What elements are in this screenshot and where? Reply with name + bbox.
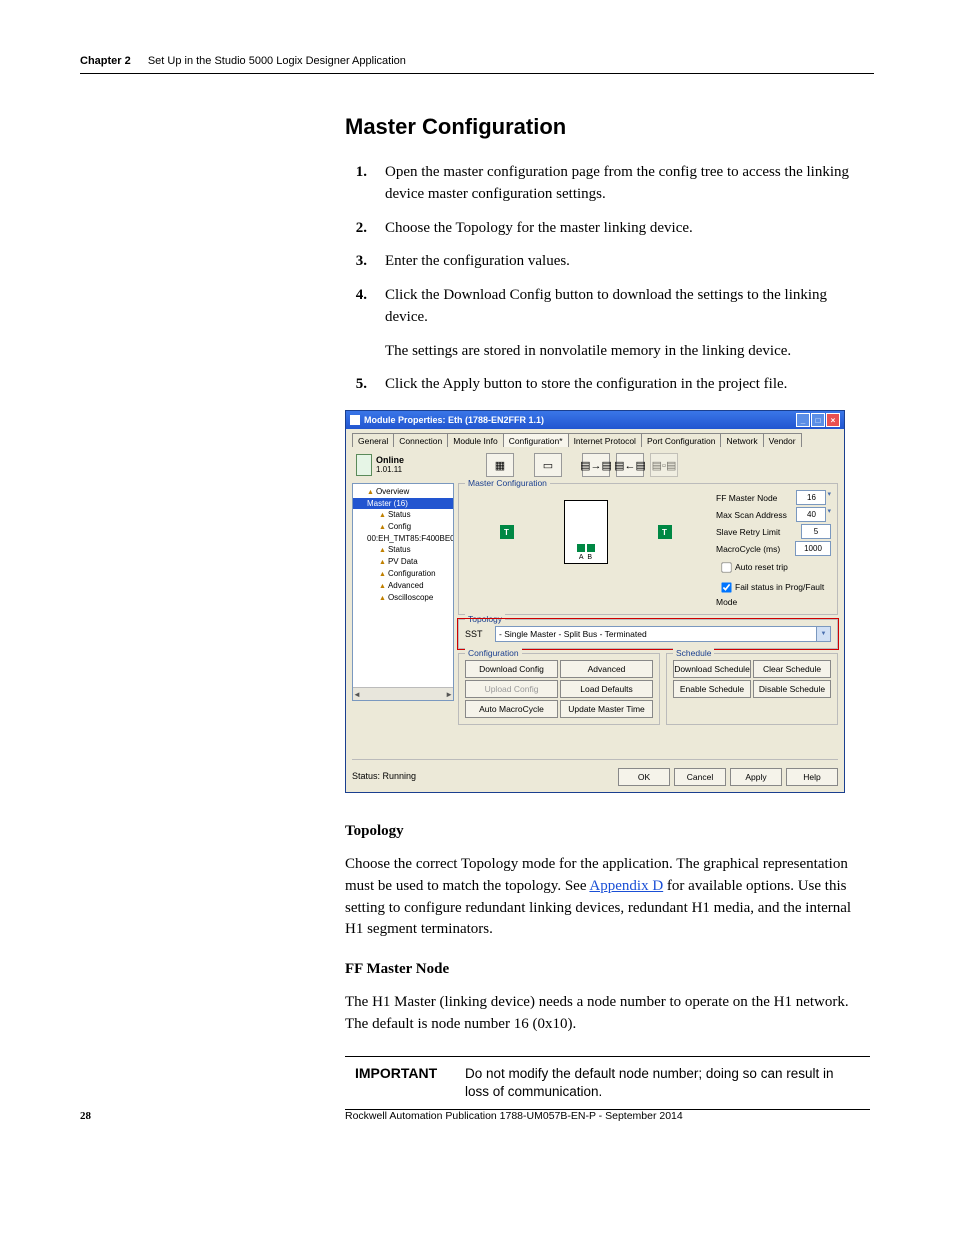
schedule-group: Schedule Download ScheduleClear Schedule… bbox=[666, 653, 838, 725]
publication-info: Rockwell Automation Publication 1788-UM0… bbox=[345, 1110, 683, 1122]
appendix-link[interactable]: Appendix D bbox=[589, 878, 663, 894]
disable-schedule-button[interactable]: Disable Schedule bbox=[753, 680, 831, 698]
topology-select[interactable]: - Single Master - Split Bus - Terminated… bbox=[495, 626, 831, 642]
help-button[interactable]: Help bbox=[786, 768, 838, 786]
step-item: 1.Open the master configuration page fro… bbox=[345, 162, 870, 206]
tab-vendor[interactable]: Vendor bbox=[763, 433, 802, 447]
tab-port-configuration[interactable]: Port Configuration bbox=[641, 433, 722, 447]
upload-config-button[interactable]: Upload Config bbox=[465, 680, 558, 698]
terminator-icon: T bbox=[500, 525, 514, 539]
ffmaster-subtitle: FF Master Node bbox=[345, 961, 870, 978]
online-status: Online 1.01.11 bbox=[356, 454, 404, 476]
section-title: Master Configuration bbox=[345, 114, 870, 140]
minimize-icon[interactable]: _ bbox=[796, 413, 810, 427]
dialog-title: Module Properties: Eth (1788-EN2FFR 1.1) bbox=[364, 415, 796, 425]
online-icon bbox=[356, 454, 372, 476]
toolbar-import-icon[interactable]: ▤←▤ bbox=[616, 453, 644, 477]
update-master-time-button[interactable]: Update Master Time bbox=[560, 700, 653, 718]
screenshot: Module Properties: Eth (1788-EN2FFR 1.1)… bbox=[345, 410, 870, 793]
maximize-icon[interactable]: □ bbox=[811, 413, 825, 427]
enable-schedule-button[interactable]: Enable Schedule bbox=[673, 680, 751, 698]
master-config-group: Master Configuration T A B bbox=[458, 483, 838, 615]
apply-button[interactable]: Apply bbox=[730, 768, 782, 786]
chapter-title: Set Up in the Studio 5000 Logix Designer… bbox=[148, 55, 406, 67]
ff-master-node-input[interactable]: 16 bbox=[796, 490, 826, 505]
important-callout: IMPORTANT Do not modify the default node… bbox=[345, 1056, 870, 1110]
tab-module-info[interactable]: Module Info bbox=[447, 433, 503, 447]
ok-button[interactable]: OK bbox=[618, 768, 670, 786]
running-header: Chapter 2 Set Up in the Studio 5000 Logi… bbox=[80, 55, 874, 74]
tree-item[interactable]: ▲Status bbox=[353, 544, 453, 556]
tab-general[interactable]: General bbox=[352, 433, 394, 447]
toolbar-export-icon[interactable]: ▤→▤ bbox=[582, 453, 610, 477]
close-icon[interactable]: × bbox=[826, 413, 840, 427]
cancel-button[interactable]: Cancel bbox=[674, 768, 726, 786]
step-item: 4.Click the Download Config button to do… bbox=[345, 285, 870, 362]
toolbar-doc-icon: ▤▫▤ bbox=[650, 453, 678, 477]
ffmaster-paragraph: The H1 Master (linking device) needs a n… bbox=[345, 992, 870, 1036]
topology-subtitle: Topology bbox=[345, 823, 870, 840]
macrocycle-input[interactable]: 1000 bbox=[795, 541, 831, 556]
toolbar-grid-icon[interactable]: ▦ bbox=[486, 453, 514, 477]
step-item: 3.Enter the configuration values. bbox=[345, 251, 870, 273]
tree-scrollbar[interactable]: ◄► bbox=[353, 687, 453, 700]
tree-item[interactable]: ▲Advanced bbox=[353, 580, 453, 592]
download-schedule-button[interactable]: Download Schedule bbox=[673, 660, 751, 678]
tree-item[interactable]: ▲Status bbox=[353, 509, 453, 521]
tab-network[interactable]: Network bbox=[720, 433, 763, 447]
tree-item[interactable]: ▲PV Data bbox=[353, 556, 453, 568]
tree-item-master[interactable]: Master (16) bbox=[353, 498, 453, 509]
dialog-window: Module Properties: Eth (1788-EN2FFR 1.1)… bbox=[345, 410, 845, 793]
fail-status-checkbox[interactable]: Fail status in Prog/Fault Mode bbox=[716, 578, 831, 607]
toolbar-window-icon[interactable]: ▭ bbox=[534, 453, 562, 477]
max-scan-input[interactable]: 40 bbox=[796, 507, 826, 522]
step-item: 2.Choose the Topology for the master lin… bbox=[345, 218, 870, 240]
tree-item[interactable]: ▲Configuration bbox=[353, 568, 453, 580]
tab-strip: General Connection Module Info Configura… bbox=[352, 433, 838, 447]
step-item: 5.Click the Apply button to store the co… bbox=[345, 374, 870, 396]
important-text: Do not modify the default node number; d… bbox=[465, 1065, 860, 1101]
page-number: 28 bbox=[80, 1110, 345, 1122]
topology-paragraph: Choose the correct Topology mode for the… bbox=[345, 854, 870, 941]
device-icon: A B bbox=[564, 500, 608, 564]
steps-list: 1.Open the master configuration page fro… bbox=[345, 162, 870, 396]
auto-reset-checkbox[interactable]: Auto reset trip bbox=[716, 558, 831, 577]
chapter-label: Chapter 2 bbox=[80, 55, 131, 67]
tab-connection[interactable]: Connection bbox=[393, 433, 448, 447]
status-label: Status: Running bbox=[352, 771, 416, 781]
tree-item[interactable]: 00:EH_TMT85:F400BE04 bbox=[353, 533, 453, 544]
tab-configuration[interactable]: Configuration* bbox=[503, 433, 569, 447]
important-label: IMPORTANT bbox=[355, 1065, 465, 1101]
tree-item[interactable]: ▲Oscilloscope bbox=[353, 592, 453, 604]
clear-schedule-button[interactable]: Clear Schedule bbox=[753, 660, 831, 678]
terminator-icon: T bbox=[658, 525, 672, 539]
slave-retry-input[interactable]: 5 bbox=[801, 524, 831, 539]
load-defaults-button[interactable]: Load Defaults bbox=[560, 680, 653, 698]
config-tree[interactable]: ▲Overview Master (16) ▲Status ▲Config 00… bbox=[352, 483, 454, 701]
chevron-down-icon: ▼ bbox=[816, 627, 830, 641]
auto-macrocycle-button[interactable]: Auto MacroCycle bbox=[465, 700, 558, 718]
download-config-button[interactable]: Download Config bbox=[465, 660, 558, 678]
tree-item[interactable]: ▲Overview bbox=[353, 486, 453, 498]
topology-group: Topology SST - Single Master - Split Bus… bbox=[458, 619, 838, 649]
tab-internet-protocol[interactable]: Internet Protocol bbox=[568, 433, 642, 447]
advanced-button[interactable]: Advanced bbox=[560, 660, 653, 678]
dialog-titlebar[interactable]: Module Properties: Eth (1788-EN2FFR 1.1)… bbox=[346, 411, 844, 429]
configuration-group: Configuration Download ConfigAdvanced Up… bbox=[458, 653, 660, 725]
page-footer: 28 Rockwell Automation Publication 1788-… bbox=[80, 1110, 874, 1122]
tree-item[interactable]: ▲Config bbox=[353, 521, 453, 533]
window-icon bbox=[350, 415, 360, 425]
topology-diagram: T A B T bbox=[465, 492, 706, 572]
